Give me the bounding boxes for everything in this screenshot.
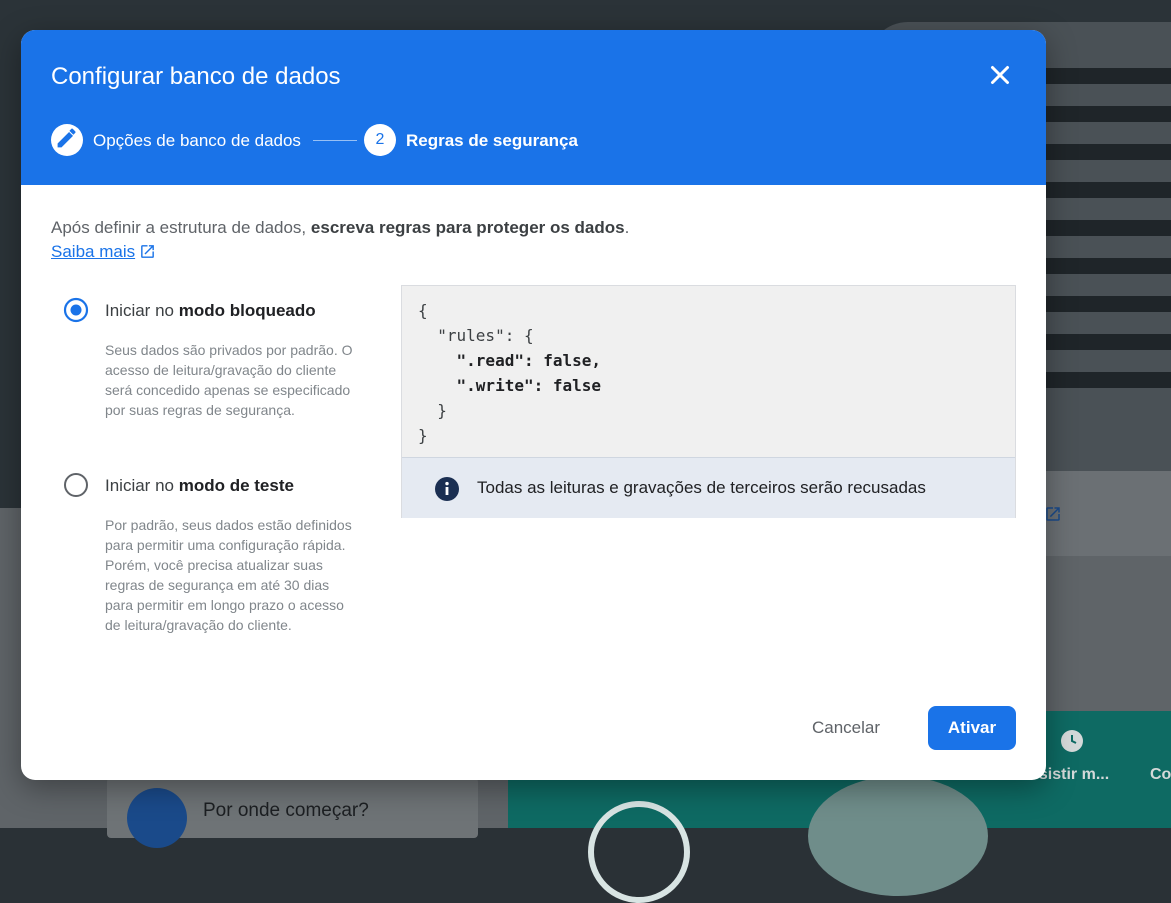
learn-more-label: Saiba mais <box>51 242 136 261</box>
background-start-card: Por onde começar? <box>107 778 478 848</box>
intro-text: Após definir a estrutura de dados, escre… <box>51 218 629 238</box>
code-line: } <box>418 401 447 420</box>
background-caption-2: Co <box>1150 766 1171 783</box>
step-1-label: Opções de banco de dados <box>93 131 301 150</box>
setup-database-dialog: Configurar banco de dados Opções de banc… <box>21 30 1046 780</box>
locked-mode-label[interactable]: Iniciar no modo bloqueado <box>105 301 316 321</box>
step-2-label: Regras de segurança <box>406 131 578 150</box>
gear-icon <box>127 788 187 848</box>
background-start-label: Por onde começar? <box>203 800 369 821</box>
step-2-number: 2 <box>364 124 396 156</box>
close-icon[interactable] <box>985 60 1015 90</box>
code-line: "rules": { <box>418 326 534 345</box>
rules-notice-text: Todas as leituras e gravações de terceir… <box>477 478 926 497</box>
test-mode-radio[interactable] <box>63 472 89 498</box>
code-write-key: ".write" <box>456 376 534 395</box>
code-line: } <box>418 426 428 445</box>
rules-notice: Todas as leituras e gravações de terceir… <box>402 457 1015 518</box>
activate-button[interactable]: Ativar <box>928 706 1016 750</box>
external-link-icon <box>141 245 154 258</box>
code-read-value: : false, <box>523 351 602 370</box>
code-write-value: : false <box>533 376 602 395</box>
intro-bold: escreva regras para proteger os dados <box>310 218 625 237</box>
locked-mode-bold: modo bloqueado <box>178 301 316 320</box>
test-mode-prefix: Iniciar no <box>105 476 174 495</box>
rules-code: { "rules": { ".read": false, ".write": f… <box>418 298 601 448</box>
background-card <box>1030 471 1171 556</box>
test-mode-description: Por padrão, seus dados estão definidos p… <box>105 517 352 633</box>
intro-period: . <box>624 218 630 237</box>
dialog-title: Configurar banco de dados <box>51 63 341 90</box>
intro-plain: Após definir a estrutura de dados, <box>51 218 307 237</box>
clock-icon <box>1061 730 1083 752</box>
info-icon <box>435 477 459 501</box>
code-read-key: ".read" <box>456 351 524 370</box>
test-mode-bold: modo de teste <box>178 476 294 495</box>
locked-mode-radio[interactable] <box>63 297 89 323</box>
code-line: { <box>418 301 428 320</box>
locked-mode-description: Seus dados são privados por padrão. O ac… <box>105 342 353 418</box>
locked-mode-prefix: Iniciar no <box>105 301 174 320</box>
test-mode-label[interactable]: Iniciar no modo de teste <box>105 476 294 496</box>
stepper-divider <box>313 140 357 141</box>
pencil-icon <box>57 128 76 148</box>
rules-code-preview: { "rules": { ".read": false, ".write": f… <box>401 285 1016 518</box>
dialog-header: Configurar banco de dados Opções de banc… <box>21 30 1046 185</box>
learn-more-link[interactable]: Saiba mais <box>51 242 156 262</box>
external-link-icon <box>1046 507 1060 521</box>
step-1-edit-button[interactable] <box>51 124 83 156</box>
cancel-button[interactable]: Cancelar <box>791 706 901 750</box>
